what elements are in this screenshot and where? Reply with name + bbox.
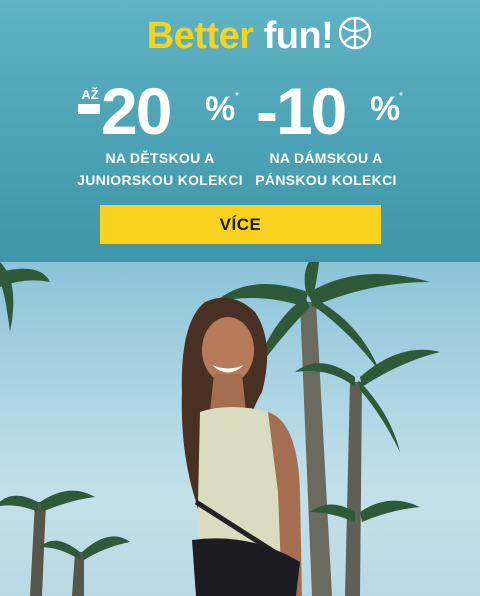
hero-illustration bbox=[0, 262, 440, 596]
offer-value: -10 bbox=[256, 74, 347, 148]
offer-line1: NA DÁMSKOU A bbox=[269, 150, 383, 166]
headline-part1: Better bbox=[146, 15, 254, 57]
offer-percent: % bbox=[205, 90, 236, 128]
headline: Better fun! bbox=[0, 14, 480, 58]
more-button[interactable]: VÍCE bbox=[100, 205, 381, 244]
offer-percent: % bbox=[370, 90, 401, 128]
offer-line2: PÁNSKOU KOLEKCI bbox=[255, 172, 397, 188]
offer-asterisk: * bbox=[235, 91, 239, 102]
promo-banner[interactable]: Better fun! AŽ 20 % * NA DĚTSKOU A JUNIO… bbox=[0, 0, 480, 596]
offer-asterisk: * bbox=[399, 91, 403, 102]
basketball-icon bbox=[338, 16, 372, 50]
banner-top: Better fun! AŽ 20 % * NA DĚTSKOU A JUNIO… bbox=[0, 0, 480, 262]
offer-minus-sign bbox=[78, 104, 100, 114]
offer-prefix: AŽ bbox=[81, 87, 99, 102]
headline-part2: fun! bbox=[263, 15, 334, 57]
offer-value: 20 bbox=[101, 74, 172, 148]
hero-photo bbox=[0, 262, 480, 596]
